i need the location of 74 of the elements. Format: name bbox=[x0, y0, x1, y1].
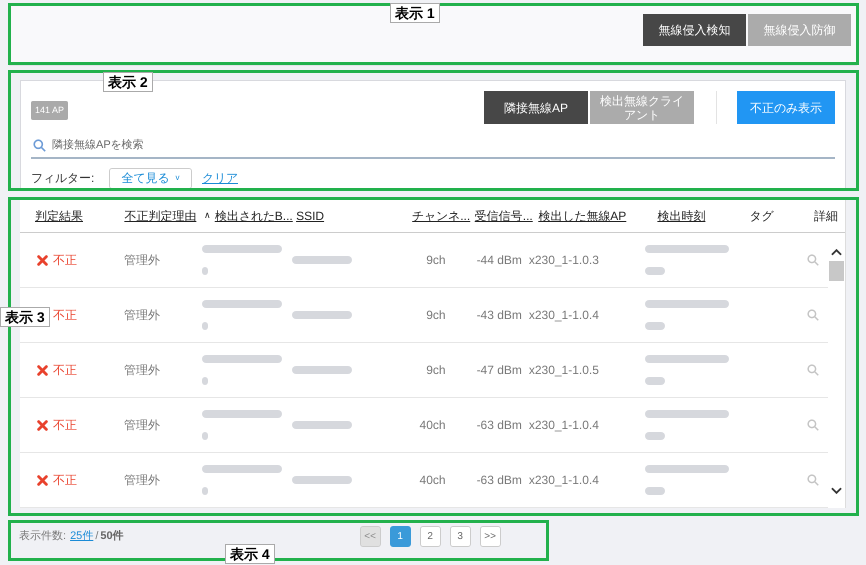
reason-text: 管理外 bbox=[124, 308, 160, 322]
reason-text: 管理外 bbox=[124, 253, 160, 267]
ap-name-text: x230_1-1.0.4 bbox=[528, 308, 599, 322]
view-tab[interactable]: 隣接無線AP bbox=[484, 91, 588, 124]
page-nav-button[interactable]: >> bbox=[480, 526, 501, 546]
search-field[interactable]: 隣接無線APを検索 bbox=[52, 135, 835, 155]
detail-button[interactable] bbox=[806, 364, 819, 376]
cross-icon bbox=[37, 254, 48, 266]
count-separator: / bbox=[95, 528, 98, 544]
search-icon bbox=[806, 364, 819, 376]
annotation-label: 表示 1 bbox=[390, 3, 440, 23]
search-icon bbox=[806, 254, 819, 266]
filter-label: フィルター: bbox=[31, 170, 96, 187]
signal-text: -63 dBm bbox=[476, 418, 522, 432]
column-header[interactable]: 検出時刻 bbox=[657, 207, 706, 225]
column-header[interactable]: 不正判定理由 bbox=[124, 207, 196, 225]
channel-text: 9ch bbox=[426, 363, 446, 377]
scroll-down-icon[interactable] bbox=[831, 487, 842, 495]
result-text: 不正 bbox=[53, 252, 77, 269]
search-icon bbox=[33, 138, 46, 152]
cross-icon bbox=[37, 474, 48, 486]
cross-icon bbox=[37, 364, 48, 376]
count-label: 表示件数: bbox=[19, 528, 66, 544]
ap-name-text: x230_1-1.0.5 bbox=[528, 363, 599, 377]
detail-button[interactable] bbox=[806, 474, 819, 486]
page-button[interactable]: 1 bbox=[390, 526, 411, 546]
total-count: 50件 bbox=[100, 528, 124, 544]
search-icon bbox=[806, 309, 819, 321]
scroll-thumb[interactable] bbox=[829, 261, 844, 281]
filter-dropdown[interactable]: 全て見る v bbox=[109, 168, 192, 188]
column-header[interactable]: 判定結果 bbox=[35, 207, 83, 225]
annotation-label: 表示 2 bbox=[103, 72, 153, 92]
channel-text: 40ch bbox=[420, 473, 446, 487]
ap-name-text: x230_1-1.0.4 bbox=[528, 418, 599, 432]
detail-button[interactable] bbox=[806, 419, 819, 431]
column-header[interactable]: チャンネ... bbox=[412, 207, 470, 225]
ap-count-badge: 141 AP bbox=[31, 100, 68, 120]
annotation-label: 表示 4 bbox=[225, 544, 275, 564]
signal-text: -43 dBm bbox=[476, 308, 522, 322]
column-header[interactable]: 検出されたB... bbox=[214, 207, 293, 225]
page-button[interactable]: 2 bbox=[420, 526, 441, 546]
cross-icon bbox=[37, 420, 48, 430]
channel-text: 40ch bbox=[420, 418, 446, 432]
scroll-up-icon[interactable] bbox=[831, 248, 842, 256]
result-text: 不正 bbox=[53, 307, 77, 324]
reason-text: 管理外 bbox=[124, 473, 160, 487]
mode-tab[interactable]: 無線侵入検知 bbox=[643, 14, 746, 46]
channel-text: 9ch bbox=[426, 308, 446, 322]
search-icon bbox=[806, 419, 819, 431]
ap-name-text: x230_1-1.0.3 bbox=[528, 253, 599, 267]
result-text: 不正 bbox=[53, 417, 77, 434]
signal-text: -47 dBm bbox=[476, 363, 522, 377]
column-header[interactable]: 受信信号... bbox=[474, 207, 533, 225]
result-text: 不正 bbox=[53, 472, 77, 489]
column-header[interactable]: SSID bbox=[296, 207, 324, 225]
detail-button[interactable] bbox=[806, 309, 819, 321]
detail-button[interactable] bbox=[806, 254, 819, 266]
search-icon bbox=[806, 474, 819, 486]
signal-text: -44 dBm bbox=[476, 253, 522, 267]
column-header: 詳細 bbox=[814, 208, 838, 225]
channel-text: 9ch bbox=[426, 253, 446, 267]
column-header: タグ bbox=[750, 208, 774, 225]
ap-name-text: x230_1-1.0.4 bbox=[528, 473, 599, 487]
clear-link[interactable]: クリア bbox=[202, 169, 238, 187]
page-button[interactable]: 3 bbox=[450, 526, 471, 546]
annotation-label: 表示 3 bbox=[0, 307, 50, 327]
signal-text: -63 dBm bbox=[476, 473, 522, 487]
reason-text: 管理外 bbox=[124, 363, 160, 377]
result-text: 不正 bbox=[53, 362, 77, 379]
column-header[interactable]: 検出した無線AP bbox=[538, 207, 626, 225]
page-size-link[interactable]: 25件 bbox=[70, 528, 94, 544]
sort-indicator: ∧ bbox=[204, 209, 211, 222]
rogue-only-button[interactable]: 不正のみ表示 bbox=[737, 91, 835, 124]
reason-text: 管理外 bbox=[124, 418, 160, 432]
